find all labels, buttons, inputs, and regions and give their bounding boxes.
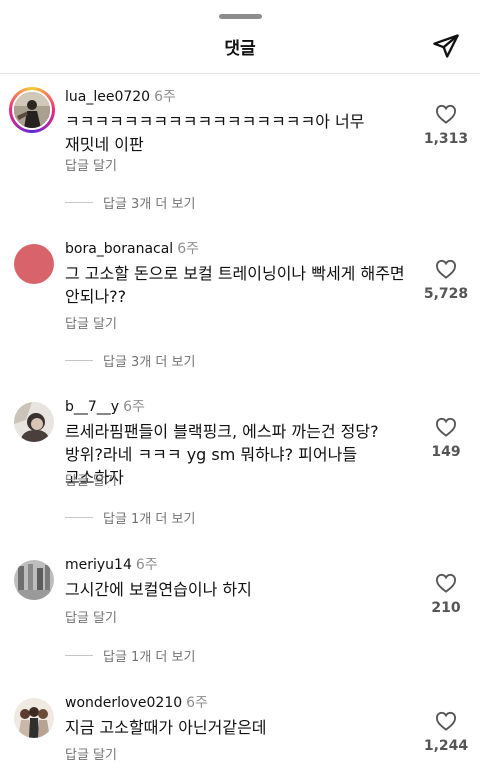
view-more-replies-label: 답글 3개 더 보기 xyxy=(103,355,196,370)
page-title: 댓글 xyxy=(224,39,256,59)
reply-button[interactable]: 답글 달기 xyxy=(65,744,117,763)
comment-text: 지금 고소할때가 아닌거같은데 xyxy=(65,718,267,737)
user-photo-icon xyxy=(14,560,54,600)
view-more-replies[interactable]: 답글 3개 더 보기 xyxy=(65,193,195,212)
comments-header: 댓글 xyxy=(0,22,480,74)
reply-button[interactable]: 답글 달기 xyxy=(65,313,117,332)
like-control: 5,728 xyxy=(416,259,476,302)
send-button[interactable] xyxy=(430,30,462,62)
like-control: 1,313 xyxy=(416,104,476,147)
comment-username[interactable]: meriyu14 xyxy=(65,557,132,573)
comment-username[interactable]: lua_lee0720 xyxy=(65,89,150,105)
like-control: 210 xyxy=(416,573,476,616)
comment-time: 6주 xyxy=(186,695,208,711)
like-control: 1,244 xyxy=(416,711,476,754)
view-more-replies[interactable]: 답글 1개 더 보기 xyxy=(65,646,195,665)
view-more-replies-label: 답글 3개 더 보기 xyxy=(103,197,196,212)
like-control: 149 xyxy=(416,417,476,460)
comment-item: bora_boranacal 6주 그 고소할 돈으로 보컬 트레이닝이나 빡세게… xyxy=(0,240,480,370)
divider-line xyxy=(65,202,93,203)
comment-item: b__7__y 6주 르세라핌팬들이 블랙핑크, 에스파 까는건 정당?방위?라네… xyxy=(0,398,480,528)
heart-icon[interactable] xyxy=(435,711,457,731)
reply-button[interactable]: 답글 달기 xyxy=(65,155,117,174)
like-count: 210 xyxy=(431,600,461,616)
comment-item: meriyu14 6주 그시간에 보컬연습이나 하지 답글 달기 답글 1개 더 … xyxy=(0,556,480,666)
comment-item: wonderlove0210 6주 지금 고소할때가 아닌거같은데 답글 달기 1… xyxy=(0,694,480,777)
send-paper-plane-icon xyxy=(433,34,459,58)
avatar[interactable] xyxy=(14,402,54,442)
divider-line xyxy=(65,517,93,518)
avatar[interactable] xyxy=(9,87,55,133)
avatar[interactable] xyxy=(14,698,54,738)
avatar[interactable] xyxy=(14,560,54,600)
comment-item: lua_lee0720 6주 ㅋㅋㅋㅋㅋㅋㅋㅋㅋㅋㅋㅋㅋㅋㅋㅋㅋ아 너무 재밋네 … xyxy=(0,87,480,218)
view-more-replies[interactable]: 답글 3개 더 보기 xyxy=(65,351,195,370)
view-more-replies-label: 답글 1개 더 보기 xyxy=(103,650,196,665)
comment-meta: bora_boranacal 6주 xyxy=(65,240,199,258)
comment-meta: lua_lee0720 6주 xyxy=(65,88,176,106)
comment-username[interactable]: wonderlove0210 xyxy=(65,695,182,711)
heart-icon[interactable] xyxy=(435,104,457,124)
like-count: 5,728 xyxy=(423,286,469,302)
drag-handle[interactable] xyxy=(219,14,262,19)
view-more-replies-label: 답글 1개 더 보기 xyxy=(103,512,196,527)
user-photo-icon xyxy=(14,92,50,128)
comment-username[interactable]: b__7__y xyxy=(65,399,119,415)
comments-sheet: 댓글 lua_lee0720 6주 ㅋㅋㅋㅋㅋㅋㅋㅋㅋㅋㅋㅋㅋㅋㅋㅋㅋ아 너무 … xyxy=(0,0,480,777)
comment-meta: meriyu14 6주 xyxy=(65,556,158,574)
heart-icon[interactable] xyxy=(435,417,457,437)
comment-text: 그시간에 보컬연습이나 하지 xyxy=(65,580,252,599)
comment-username[interactable]: bora_boranacal xyxy=(65,241,173,257)
comment-meta: wonderlove0210 6주 xyxy=(65,694,208,712)
comment-meta: b__7__y 6주 xyxy=(65,398,145,416)
heart-icon[interactable] xyxy=(435,573,457,593)
comment-time: 6주 xyxy=(135,557,158,573)
user-photo-icon xyxy=(14,402,54,442)
divider-line xyxy=(65,360,93,361)
comment-time: 6주 xyxy=(123,399,145,415)
reply-button[interactable]: 답글 달기 xyxy=(65,607,117,626)
like-count: 1,244 xyxy=(423,738,469,754)
comment-time: 6주 xyxy=(177,241,199,257)
reply-button[interactable]: 답글 달기 xyxy=(65,470,117,489)
divider-line xyxy=(65,655,93,656)
avatar[interactable] xyxy=(14,244,54,284)
like-count: 149 xyxy=(431,444,461,460)
comment-time: 6주 xyxy=(154,89,176,105)
heart-icon[interactable] xyxy=(435,259,457,279)
comment-text: ㅋㅋㅋㅋㅋㅋㅋㅋㅋㅋㅋㅋㅋㅋㅋㅋㅋ아 너무 재밋네 이판 xyxy=(65,112,365,154)
user-photo-icon xyxy=(14,698,54,738)
like-count: 1,313 xyxy=(423,131,469,147)
view-more-replies[interactable]: 답글 1개 더 보기 xyxy=(65,508,195,527)
comment-text: 그 고소할 돈으로 보컬 트레이닝이나 빡세게 해주면 안되나?? xyxy=(65,264,405,306)
